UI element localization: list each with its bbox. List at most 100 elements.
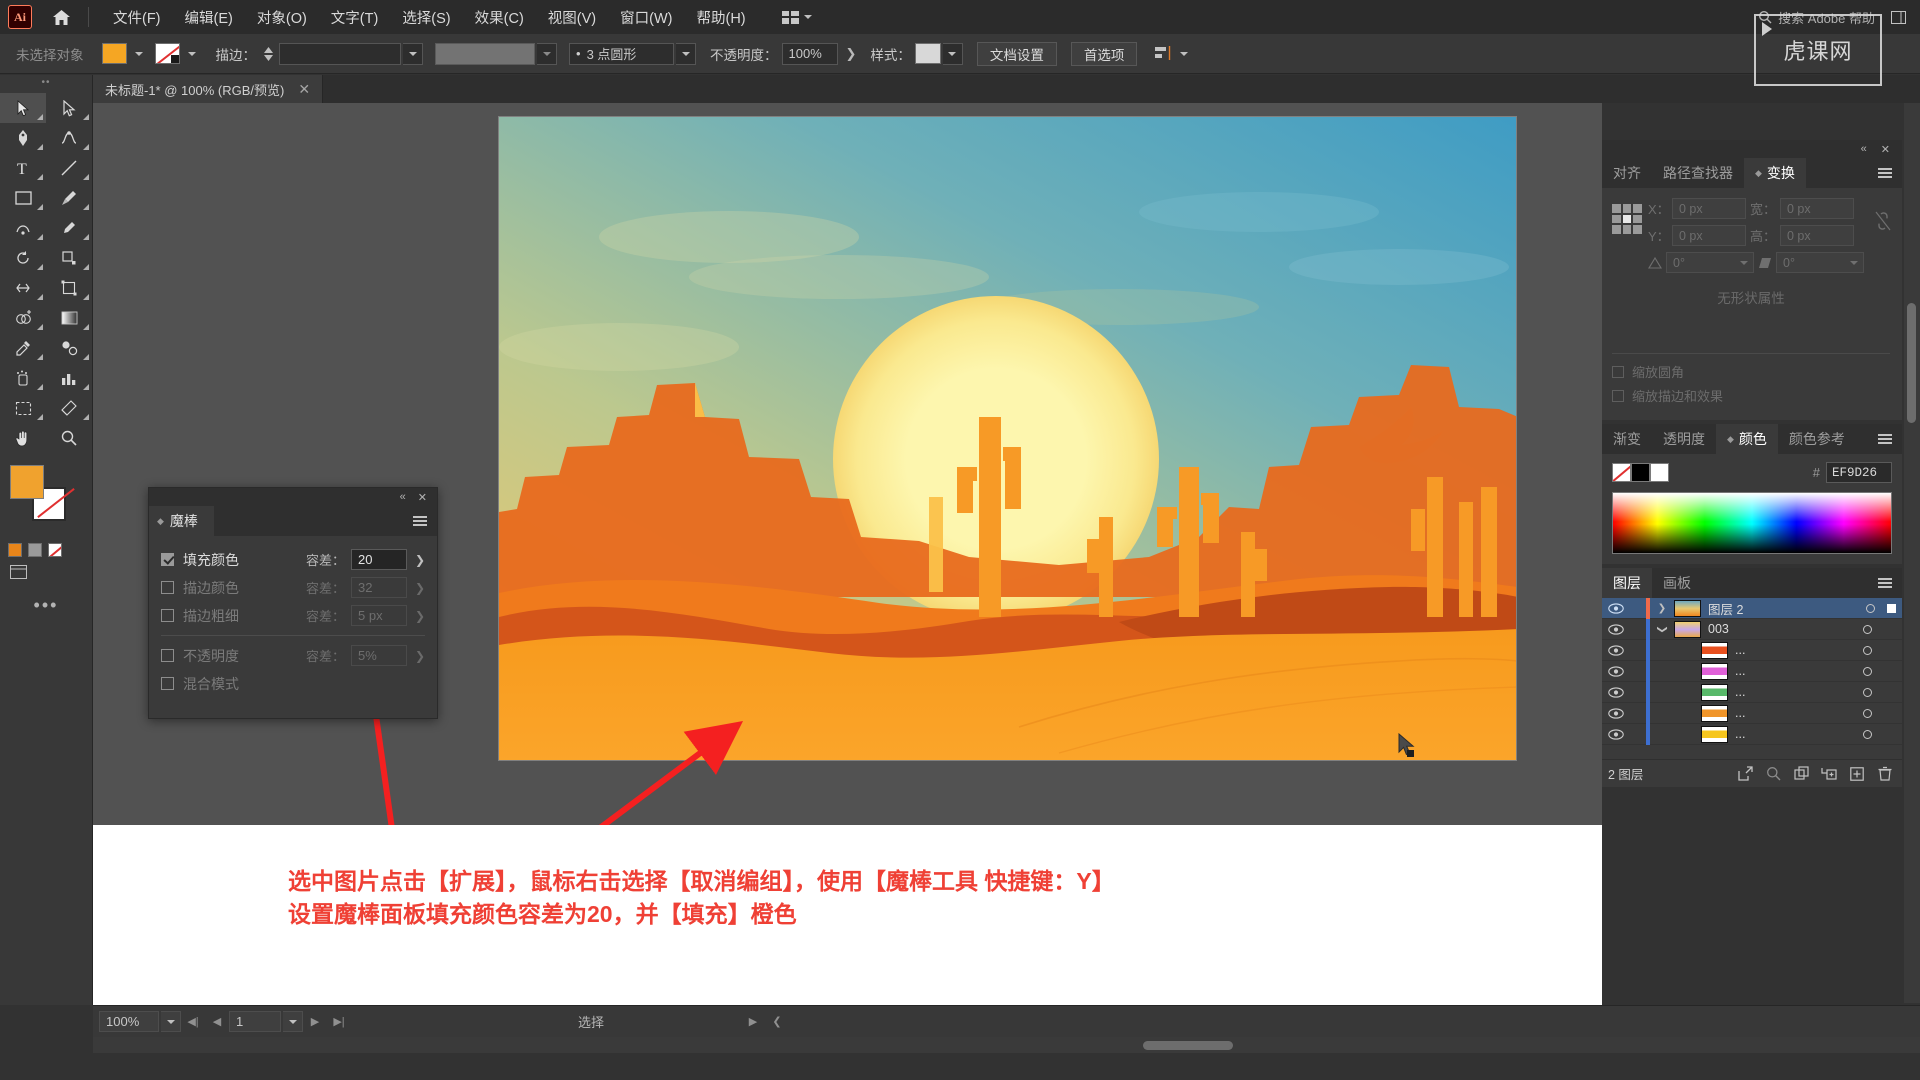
hex-field-group[interactable]: # EF9D26 [1813, 462, 1892, 483]
free-transform-tool[interactable] [46, 273, 92, 303]
magic-wand-row-stroke-color[interactable]: 描边颜色 容差： 32 ❯ [161, 574, 427, 601]
color-mode-gradient-icon[interactable] [28, 543, 42, 557]
menu-item-file[interactable]: 文件(F) [101, 1, 173, 34]
fill-dropdown-icon[interactable] [129, 43, 149, 65]
hand-tool[interactable] [0, 423, 46, 453]
tab-artboards[interactable]: 画板 [1652, 568, 1702, 598]
arrange-documents-button[interactable] [776, 8, 818, 27]
menu-item-edit[interactable]: 编辑(E) [173, 1, 245, 34]
black-swatch[interactable] [1631, 463, 1650, 482]
opacity-checkbox[interactable] [161, 649, 174, 662]
canvas-horizontal-scrollbar[interactable] [93, 1037, 1920, 1053]
create-sublayer-icon[interactable] [1816, 762, 1842, 786]
visibility-eye-icon[interactable] [1602, 686, 1630, 698]
stroke-weight-value[interactable] [279, 42, 401, 65]
status-expand-icon[interactable]: ▶ [741, 1011, 765, 1033]
fill-indicator-swatch[interactable] [10, 465, 44, 499]
eyedropper-tool[interactable] [0, 333, 46, 363]
constrain-proportions-icon[interactable] [1874, 210, 1892, 238]
create-layer-icon[interactable] [1844, 762, 1870, 786]
delete-layer-icon[interactable] [1872, 762, 1898, 786]
graphic-style-field[interactable] [914, 42, 963, 65]
fill-stroke-indicator[interactable] [0, 465, 92, 537]
height-input[interactable]: 0 px [1780, 225, 1854, 246]
visibility-eye-icon[interactable] [1602, 728, 1630, 740]
canvas-vertical-scrollbar[interactable] [1904, 103, 1920, 1003]
stroke-weight-dropdown-icon[interactable] [403, 42, 423, 65]
layer-name[interactable]: ... [1735, 727, 1850, 741]
opacity-expand-icon[interactable]: ❯ [846, 46, 857, 62]
layer-name[interactable]: 图层 2 [1708, 599, 1853, 618]
x-input[interactable]: 0 px [1672, 198, 1746, 219]
menu-item-window[interactable]: 窗口(W) [608, 1, 684, 34]
target-indicator[interactable] [1850, 666, 1884, 676]
zoom-tool[interactable] [46, 423, 92, 453]
rotate-tool[interactable] [0, 243, 46, 273]
table-row[interactable]: ... [1602, 702, 1902, 724]
scrollbar-thumb[interactable] [1143, 1041, 1233, 1050]
curvature-tool[interactable] [46, 123, 92, 153]
stroke-weight-checkbox[interactable] [161, 609, 174, 622]
selection-tool[interactable] [0, 93, 46, 123]
rectangle-tool[interactable] [0, 183, 46, 213]
target-indicator[interactable] [1850, 729, 1884, 739]
tab-align[interactable]: 对齐 [1602, 158, 1652, 188]
previous-artboard-button[interactable]: ◀ [205, 1011, 229, 1033]
disclosure-triangle-icon[interactable]: ❯ [1657, 617, 1668, 641]
layer-name[interactable]: ... [1735, 706, 1850, 720]
blending-mode-checkbox[interactable] [161, 677, 174, 690]
profile-dropdown-icon[interactable] [676, 42, 696, 65]
artboard[interactable] [498, 116, 1517, 761]
artboard-number-value[interactable]: 1 [229, 1011, 281, 1032]
stroke-color-checkbox[interactable] [161, 581, 174, 594]
graphic-style-swatch[interactable] [914, 43, 941, 64]
rotate-angle-input[interactable]: 0° [1666, 252, 1754, 273]
panel-menu-icon[interactable] [1878, 424, 1902, 454]
pen-tool[interactable] [0, 123, 46, 153]
none-swatch[interactable] [1612, 463, 1631, 482]
slice-tool[interactable] [46, 393, 92, 423]
tab-pathfinder[interactable]: 路径查找器 [1652, 158, 1744, 188]
magic-wand-row-stroke-weight[interactable]: 描边粗细 容差： 5 px ❯ [161, 602, 427, 629]
y-input[interactable]: 0 px [1672, 225, 1746, 246]
panel-menu-icon[interactable] [1878, 158, 1902, 188]
stroke-dropdown-icon[interactable] [182, 43, 202, 65]
stroke-swatch-group[interactable] [154, 43, 202, 65]
target-indicator[interactable] [1850, 624, 1884, 634]
magic-wand-row-opacity[interactable]: 不透明度 容差： 5% ❯ [161, 642, 427, 669]
close-icon[interactable]: ✕ [418, 491, 427, 504]
blend-tool[interactable] [46, 333, 92, 363]
menu-item-view[interactable]: 视图(V) [536, 1, 608, 34]
zoom-dropdown-icon[interactable] [161, 1011, 181, 1032]
style-dropdown-icon[interactable] [942, 42, 963, 65]
table-row[interactable]: ... [1602, 723, 1902, 745]
menu-item-object[interactable]: 对象(O) [245, 1, 319, 34]
color-spectrum-bar[interactable] [1612, 492, 1892, 554]
next-artboard-button[interactable]: ▶ [303, 1011, 327, 1033]
shear-angle-input[interactable]: 0° [1776, 252, 1864, 273]
fill-swatch-group[interactable] [101, 43, 149, 65]
document-setup-button[interactable]: 文档设置 [976, 41, 1057, 66]
locate-object-icon[interactable] [1732, 762, 1758, 786]
variable-width-profile-field[interactable]: • 3 点圆形 [569, 42, 696, 65]
table-row[interactable]: ... [1602, 681, 1902, 703]
edit-toolbar-button[interactable]: ••• [0, 595, 92, 616]
close-icon[interactable]: ✕ [1881, 143, 1890, 156]
color-mode-none-icon[interactable] [48, 543, 62, 557]
profile-value[interactable]: • 3 点圆形 [569, 42, 674, 65]
tab-transparency[interactable]: 透明度 [1652, 424, 1716, 454]
scale-tool[interactable] [46, 243, 92, 273]
reference-point-selector[interactable] [1612, 204, 1642, 234]
artboard-number-field[interactable]: 1 [229, 1011, 303, 1032]
color-mode-color-icon[interactable] [8, 543, 22, 557]
first-artboard-button[interactable]: ◀| [181, 1011, 205, 1033]
target-indicator[interactable] [1850, 708, 1884, 718]
layer-name[interactable]: ... [1735, 643, 1850, 657]
tab-color-guide[interactable]: 颜色参考 [1778, 424, 1856, 454]
preferences-button[interactable]: 首选项 [1070, 41, 1138, 66]
scrollbar-thumb[interactable] [1907, 303, 1916, 423]
blob-brush-tool[interactable] [46, 213, 92, 243]
status-collapse-icon[interactable]: ❮ [765, 1011, 789, 1033]
chevron-down-icon[interactable] [1850, 260, 1858, 265]
home-icon[interactable] [46, 0, 76, 34]
